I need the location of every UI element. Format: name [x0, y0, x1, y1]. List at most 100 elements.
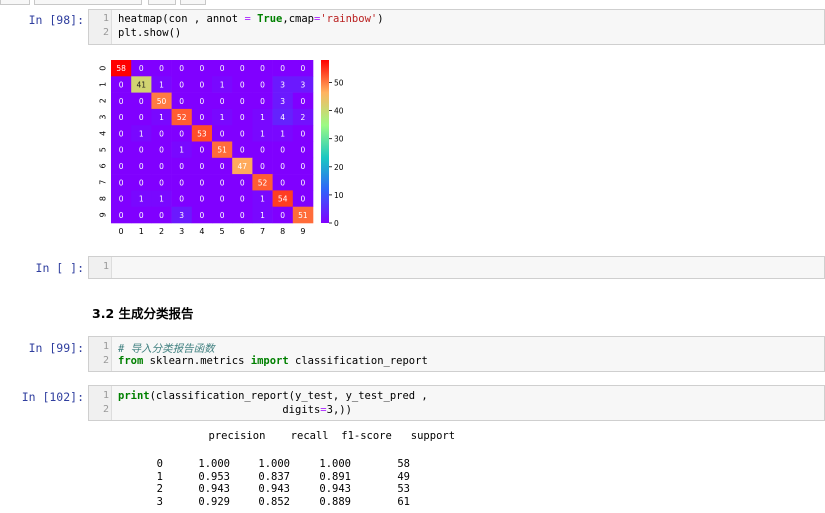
heatmap-annotation: 0: [301, 146, 306, 155]
heatmap-annotation: 2: [301, 113, 306, 122]
heatmap-annotation: 0: [260, 64, 265, 73]
string-literal: 'rainbow': [320, 13, 378, 25]
heatmap-annotation: 0: [260, 146, 265, 155]
heatmap-annotation: 0: [240, 80, 245, 89]
y-tick-label: 9: [99, 212, 108, 217]
heatmap-annotation: 0: [301, 64, 306, 73]
heatmap-annotation: 0: [200, 146, 205, 155]
heatmap-annotation: 0: [260, 162, 265, 171]
heatmap-annotation: 0: [139, 178, 144, 187]
heatmap-annotation: 3: [280, 97, 285, 106]
heatmap-output: 58 0 0 0 0 0 0 0 0 00 41 1 0 0 1 0 0 3 30 0 50 0 0 0 0 0 3 00 0 1 52 0 1…: [99, 60, 344, 236]
code-cell-99[interactable]: 1 2 # 导入分类报告函数 from sklearn.metrics impo…: [88, 336, 825, 372]
heatmap-annotation: 0: [119, 146, 124, 155]
cell-prompt: In [ ]:: [35, 261, 84, 275]
toolbar-button[interactable]: [0, 0, 30, 5]
code-line[interactable]: from sklearn.metrics import classificati…: [118, 355, 428, 367]
report-f1-value: 1.000: [319, 458, 351, 470]
heatmap-annotation: 0: [220, 129, 225, 138]
code-cell-102[interactable]: 1 2 print(classification_report(y_test, …: [88, 385, 825, 421]
heatmap-annotation: 0: [119, 80, 124, 89]
colorbar-tick-label: 30: [334, 135, 344, 144]
line-number: 1: [102, 390, 109, 401]
heatmap-annotation: 1: [220, 80, 225, 89]
heatmap-annotation: 0: [159, 162, 164, 171]
x-tick-label: 4: [199, 227, 204, 236]
heatmap-annotation: 0: [200, 113, 205, 122]
code-comment[interactable]: # 导入分类报告函数: [118, 341, 215, 356]
heatmap-annotation: 0: [179, 162, 184, 171]
code-line[interactable]: heatmap(con , annot = True,cmap='rainbow…: [118, 13, 384, 25]
heatmap-annotation: 0: [179, 129, 184, 138]
heatmap-annotation: 0: [179, 178, 184, 187]
y-tick-label: 3: [99, 115, 108, 120]
line-gutter: 1 2: [89, 386, 112, 420]
heatmap-annotation: 47: [238, 162, 248, 171]
heatmap-annotation: 0: [220, 195, 225, 204]
keyword: True: [257, 13, 283, 25]
heatmap-annotation: 0: [200, 80, 205, 89]
heatmap-annotation: 0: [139, 113, 144, 122]
toolbar-remnant: [0, 0, 825, 6]
heatmap-annotation: 0: [280, 211, 285, 220]
toolbar-button[interactable]: [148, 0, 176, 5]
heatmap-annotation: 0: [240, 129, 245, 138]
report-support-value: 49: [397, 470, 410, 483]
cell-type-select[interactable]: [34, 0, 142, 5]
heatmap-annotation: 0: [179, 97, 184, 106]
y-tick-label: 0: [99, 66, 108, 71]
colorbar-ticks: 0 10 20 30 40 50: [329, 78, 344, 228]
code-line[interactable]: plt.show(): [118, 27, 181, 39]
heatmap-annotation: 1: [159, 195, 164, 204]
report-support-value: 58: [397, 458, 410, 470]
heatmap-annotation: 0: [159, 129, 164, 138]
x-tick-label: 8: [280, 227, 285, 236]
report-precision-value: 0.943: [198, 483, 230, 495]
heatmap-annotation: 0: [240, 146, 245, 155]
heatmap-annotation: 0: [119, 129, 124, 138]
report-header: precision recall f1-score support: [120, 430, 456, 442]
heatmap-annotation: 51: [298, 211, 308, 220]
heatmap-annotation: 0: [119, 211, 124, 220]
heatmap-annotation: 0: [139, 64, 144, 73]
heatmap-annotation: 0: [119, 162, 124, 171]
heatmap-annotation: 0: [240, 113, 245, 122]
x-tick-label: 9: [300, 227, 305, 236]
heatmap-annotation: 0: [280, 162, 285, 171]
code-text: 3,)): [326, 404, 352, 416]
heatmap-annotation: 0: [200, 211, 205, 220]
line-gutter: 1 2: [89, 337, 112, 371]
report-recall-value: 0.943: [258, 483, 290, 495]
x-tick-labels: 0 1 2 3 4 5 6 7 8 9: [119, 227, 306, 236]
colorbar-tick-label: 50: [334, 78, 344, 87]
heatmap-annotation: 0: [260, 97, 265, 106]
heatmap-annotation: 53: [197, 129, 207, 138]
heatmap-annotation: 1: [159, 80, 164, 89]
colorbar-tick-label: 0: [334, 219, 339, 228]
x-tick-label: 5: [220, 227, 225, 236]
heatmap-annotation: 3: [179, 211, 184, 220]
heatmap-annotation: 0: [220, 178, 225, 187]
colorbar-tick-label: 10: [334, 191, 344, 200]
report-f1-value: 0.891: [319, 470, 351, 483]
heatmap-annotation: 0: [179, 195, 184, 204]
report-label-value: 1: [156, 470, 163, 483]
y-tick-label: 6: [99, 163, 108, 168]
heatmap-annotation: 0: [139, 162, 144, 171]
heatmap-annotation: 0: [240, 178, 245, 187]
code-cell-empty[interactable]: 1: [88, 256, 825, 279]
section-heading: 3.2 生成分类报告: [92, 306, 194, 321]
line-number: 1: [102, 341, 109, 352]
code-cell-98[interactable]: 1 2 heatmap(con , annot = True,cmap='rai…: [88, 9, 825, 45]
code-line[interactable]: digits=3,)): [118, 404, 352, 416]
heatmap-annotation: 52: [177, 113, 187, 122]
report-support-value: 53: [397, 483, 410, 495]
toolbar-button[interactable]: [180, 0, 206, 5]
heatmap-annotation: 0: [280, 178, 285, 187]
operator: =: [244, 13, 251, 25]
keyword: print: [118, 390, 150, 402]
heatmap-annotation: 0: [220, 162, 225, 171]
line-gutter: 1 2: [89, 10, 112, 44]
code-line[interactable]: print(classification_report(y_test, y_te…: [118, 390, 428, 402]
keyword: from: [118, 355, 144, 367]
